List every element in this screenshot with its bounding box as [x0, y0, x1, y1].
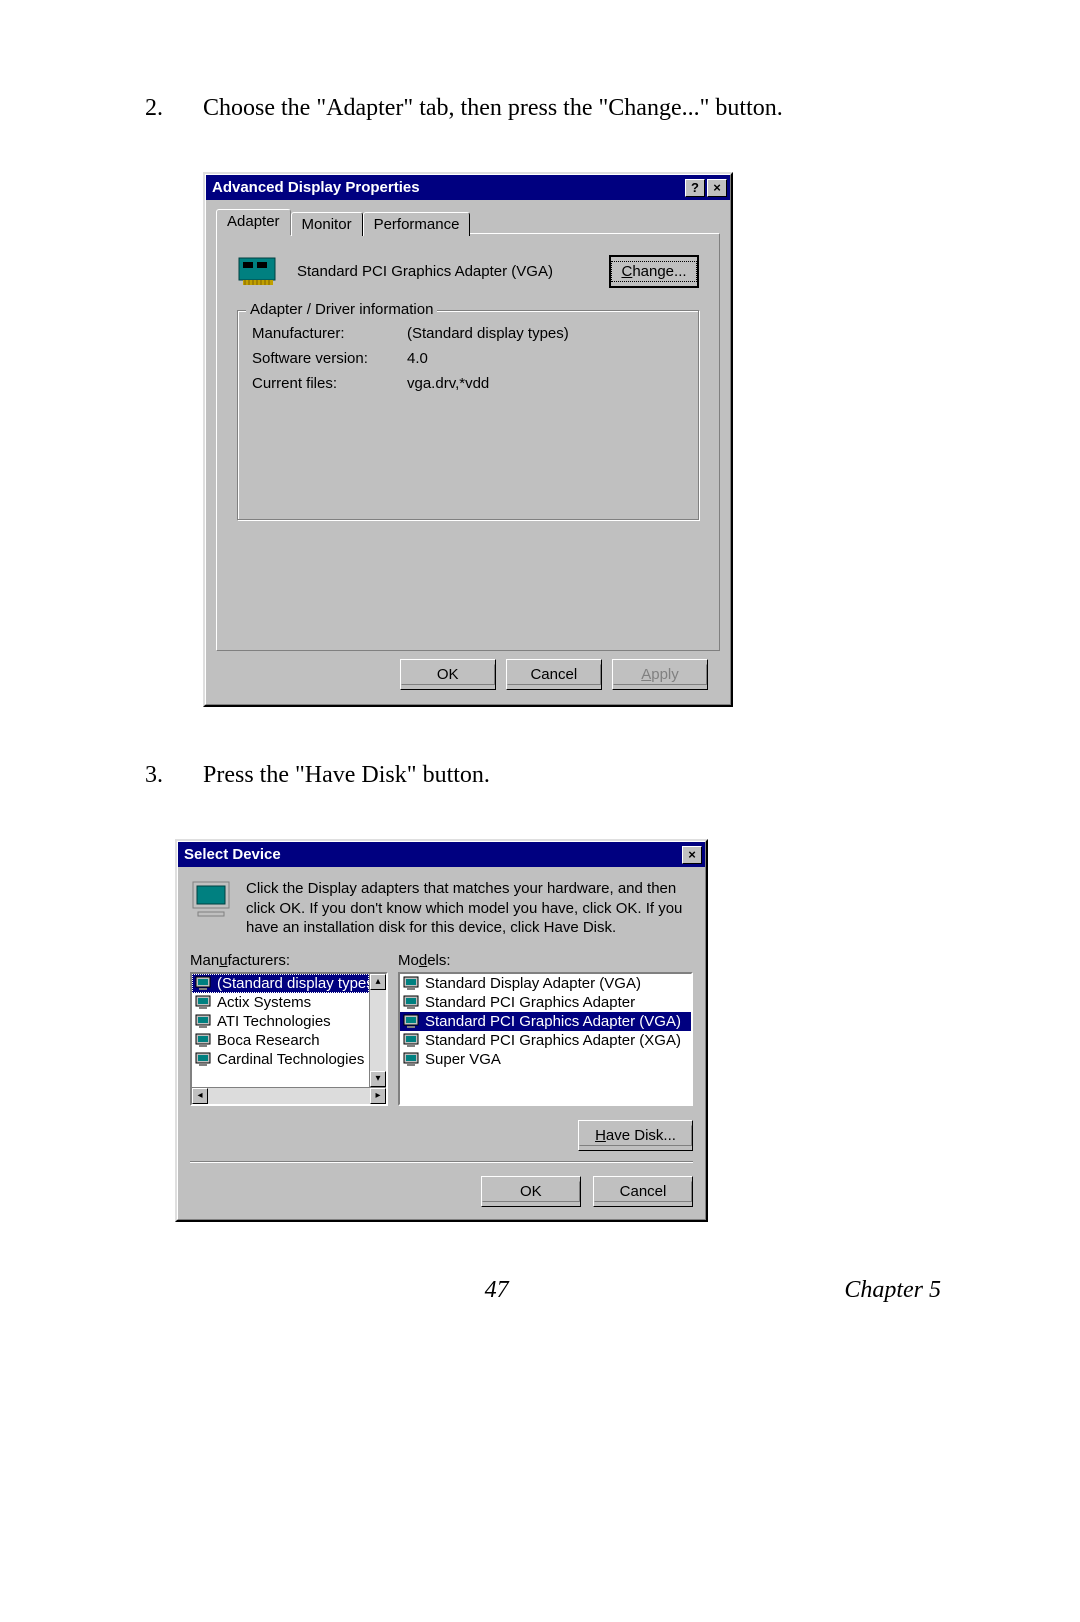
software-version-value: 4.0 [407, 350, 428, 367]
list-item[interactable]: Standard PCI Graphics Adapter (VGA) [400, 1012, 691, 1031]
step-number: 2. [145, 95, 203, 122]
titlebar: Select Device × [178, 842, 705, 867]
device-icon [403, 995, 421, 1010]
step-text: Choose the "Adapter" tab, then press the… [203, 95, 945, 122]
list-item[interactable]: Standard PCI Graphics Adapter [400, 993, 691, 1012]
device-icon [403, 1052, 421, 1067]
groupbox-title: Adapter / Driver information [246, 301, 437, 318]
ok-button[interactable]: OK [481, 1176, 581, 1207]
tab-panel-adapter: Standard PCI Graphics Adapter (VGA) Chan… [216, 233, 720, 651]
list-item[interactable]: Super VGA [400, 1050, 691, 1069]
step-number: 3. [145, 762, 203, 789]
adapter-driver-info-groupbox: Adapter / Driver information Manufacture… [237, 310, 699, 520]
device-icon [195, 976, 213, 991]
device-icon [403, 1014, 421, 1029]
list-item[interactable]: Standard PCI Graphics Adapter (XGA) [400, 1031, 691, 1050]
change-button[interactable]: Change... [609, 255, 699, 288]
device-icon [195, 995, 213, 1010]
scroll-up-icon[interactable]: ▴ [370, 974, 386, 990]
device-icon [195, 1033, 213, 1048]
apply-button: Apply [612, 659, 708, 690]
models-listbox[interactable]: Standard Display Adapter (VGA)Standard P… [398, 972, 693, 1106]
help-icon[interactable]: ? [685, 179, 705, 197]
select-device-dialog: Select Device × Click the [175, 839, 708, 1222]
list-item[interactable]: (Standard display types) [192, 974, 369, 993]
device-icon [195, 1052, 213, 1067]
page-footer: 47 Chapter 5 [145, 1277, 945, 1304]
page-number: 47 [485, 1277, 509, 1304]
chapter-label: Chapter 5 [844, 1277, 941, 1304]
step-text: Press the "Have Disk" button. [203, 762, 945, 789]
adapter-name: Standard PCI Graphics Adapter (VGA) [297, 263, 609, 280]
device-icon [403, 976, 421, 991]
tab-monitor[interactable]: Monitor [291, 212, 363, 236]
manufacturer-value: (Standard display types) [407, 325, 569, 342]
cancel-button[interactable]: Cancel [506, 659, 602, 690]
scrollbar-vertical[interactable]: ▴ ▾ [369, 974, 386, 1087]
manufacturer-label: Manufacturer: [252, 325, 407, 342]
have-disk-button[interactable]: Have Disk... [578, 1120, 693, 1151]
list-item[interactable]: Cardinal Technologies [192, 1050, 369, 1069]
scroll-left-icon[interactable]: ◂ [192, 1088, 208, 1104]
cancel-button[interactable]: Cancel [593, 1176, 693, 1207]
adapter-card-icon [237, 254, 279, 288]
step-3: 3. Press the "Have Disk" button. [145, 762, 945, 789]
scroll-down-icon[interactable]: ▾ [370, 1071, 386, 1087]
scrollbar-horizontal[interactable]: ◂ ▸ [192, 1087, 386, 1104]
scroll-right-icon[interactable]: ▸ [370, 1088, 386, 1104]
close-icon[interactable]: × [707, 179, 727, 197]
dialog-title: Select Device [184, 846, 680, 863]
step-2: 2. Choose the "Adapter" tab, then press … [145, 95, 945, 122]
close-icon[interactable]: × [682, 846, 702, 864]
current-files-value: vga.drv,*vdd [407, 375, 489, 392]
device-icon [195, 1014, 213, 1029]
titlebar: Advanced Display Properties ? × [206, 175, 730, 200]
current-files-label: Current files: [252, 375, 407, 392]
models-label: Models: [398, 952, 693, 969]
ok-button[interactable]: OK [400, 659, 496, 690]
dialog-title: Advanced Display Properties [212, 179, 683, 196]
software-version-label: Software version: [252, 350, 407, 367]
list-item[interactable]: Boca Research [192, 1031, 369, 1050]
tab-adapter[interactable]: Adapter [216, 209, 291, 235]
manufacturers-label: Manufacturers: [190, 952, 388, 969]
list-item[interactable]: Actix Systems [192, 993, 369, 1012]
list-item[interactable]: Standard Display Adapter (VGA) [400, 974, 691, 993]
manufacturers-listbox[interactable]: (Standard display types)Actix SystemsATI… [190, 972, 388, 1106]
tab-performance[interactable]: Performance [363, 212, 471, 236]
list-item[interactable]: ATI Technologies [192, 1012, 369, 1031]
advanced-display-properties-dialog: Advanced Display Properties ? × Adapter … [203, 172, 733, 707]
monitor-icon [190, 879, 234, 919]
instruction-text: Click the Display adapters that matches … [246, 879, 693, 938]
device-icon [403, 1033, 421, 1048]
